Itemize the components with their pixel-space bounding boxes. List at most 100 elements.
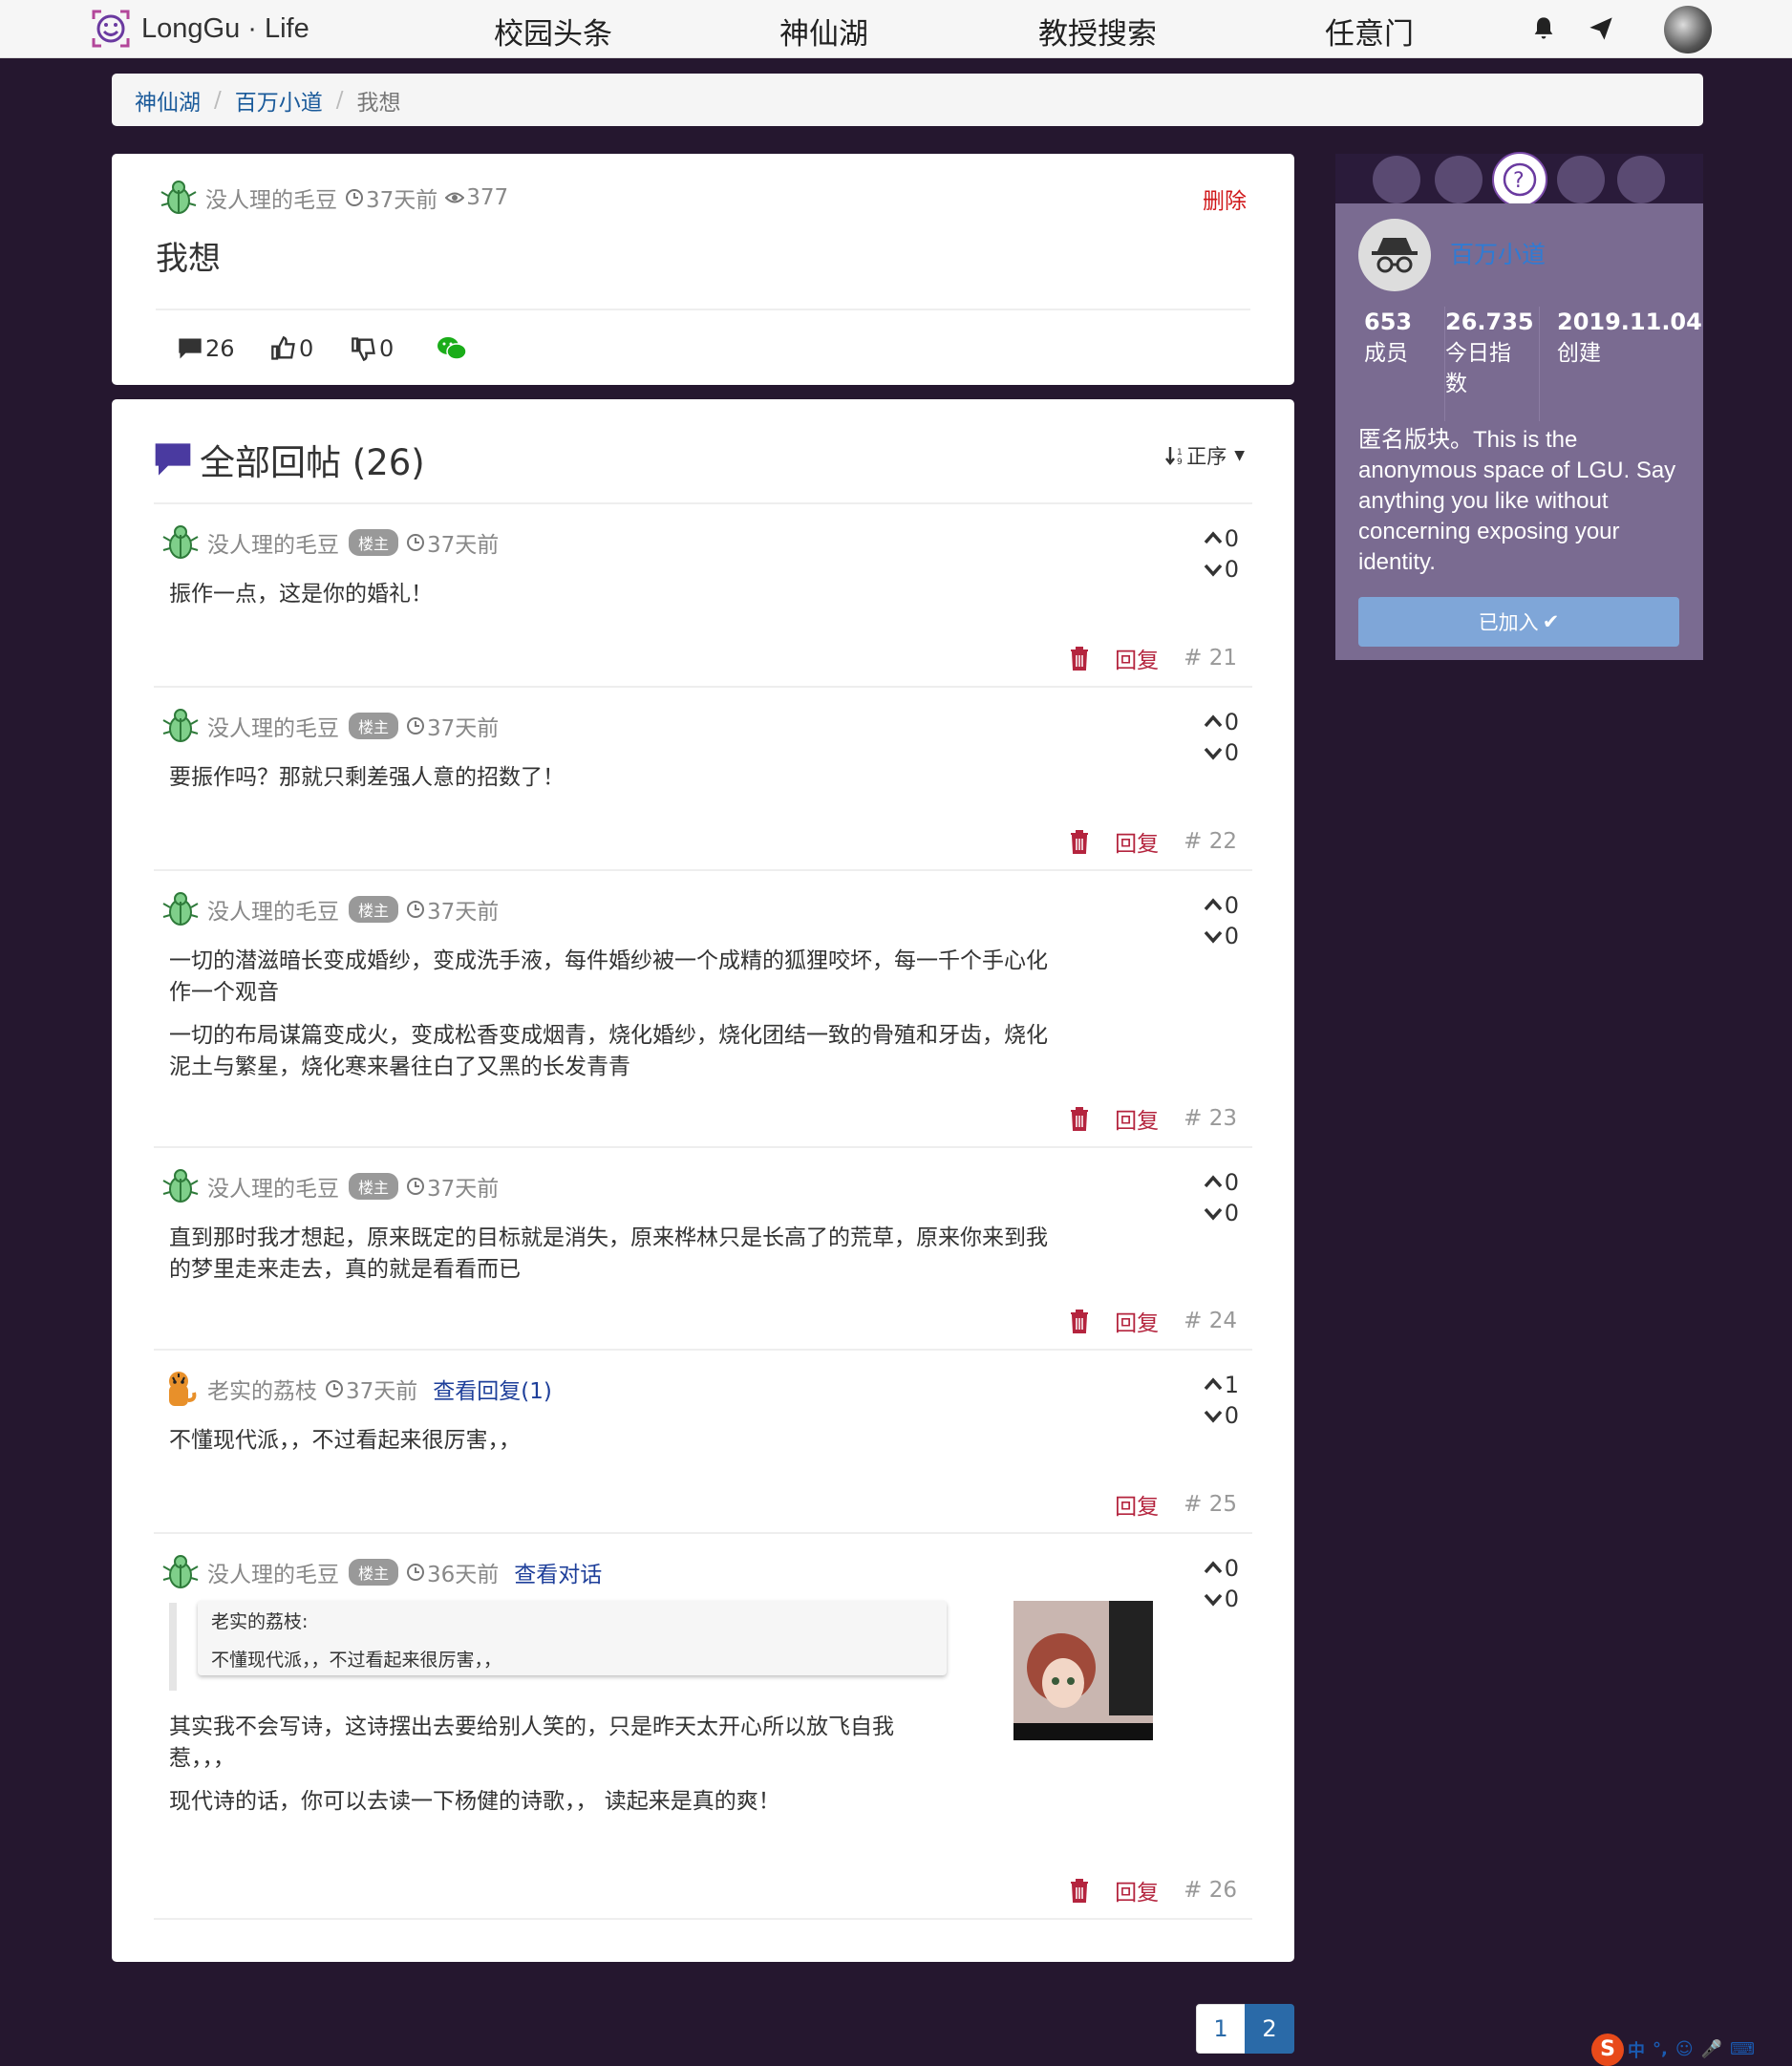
breadcrumb-shenxian-lake[interactable]: 神仙湖	[135, 84, 201, 117]
comment-icon	[179, 338, 202, 359]
send-icon[interactable]	[1588, 15, 1614, 42]
reply-paragraph: 直到那时我才想起，原来既定的目标就是消失，原来桦林只是长高了的荒草，原来你来到我…	[169, 1225, 1048, 1282]
ime-language[interactable]: 中	[1628, 2037, 1645, 2062]
wechat-share-icon[interactable]	[437, 335, 467, 362]
svg-text:?: ?	[1513, 169, 1525, 193]
reply-author[interactable]: 没人理的毛豆	[207, 1556, 339, 1588]
upvote-button[interactable]: 0	[1204, 1553, 1239, 1584]
downvote-button[interactable]: 0	[1204, 1400, 1239, 1431]
like-button[interactable]: 0	[270, 335, 313, 362]
page-2-button[interactable]: 2	[1245, 2004, 1294, 2054]
trash-icon[interactable]	[1069, 829, 1090, 854]
user-avatar[interactable]	[1664, 6, 1712, 53]
reply-author[interactable]: 没人理的毛豆	[207, 526, 339, 559]
vote-box: 0 0	[1204, 1167, 1239, 1228]
delete-post-button[interactable]: 删除	[1203, 182, 1247, 215]
brand[interactable]: LongGu · Life	[90, 8, 309, 50]
downvote-button[interactable]: 0	[1204, 737, 1239, 768]
emoji-icon[interactable]: ☺	[1675, 2039, 1694, 2059]
keyboard-icon[interactable]: ⌨	[1730, 2039, 1755, 2059]
question-mark-icon[interactable]: ?	[1492, 152, 1547, 207]
reply-item: 没人理的毛豆 楼主 36天前 查看对话 老实的荔枝: 不懂现代派，，不过看起来很…	[154, 1532, 1252, 1920]
breadcrumb-current: 我想	[356, 90, 401, 116]
reply-meta: 没人理的毛豆 楼主 37天前	[161, 890, 499, 928]
reply-author[interactable]: 没人理的毛豆	[207, 710, 339, 742]
upvote-button[interactable]: 0	[1204, 1167, 1239, 1198]
upvote-button[interactable]: 1	[1204, 1370, 1239, 1400]
breadcrumb-board[interactable]: 百万小道	[235, 84, 323, 117]
beetle-avatar-icon[interactable]	[161, 1553, 200, 1591]
reply-time: 37天前	[427, 1177, 500, 1202]
chevron-down-icon	[1204, 930, 1223, 944]
index-label: 今日指数	[1445, 341, 1511, 396]
board-name[interactable]: 百万小道	[1450, 236, 1546, 270]
reply-button[interactable]: 回复	[1115, 1102, 1159, 1135]
microphone-icon[interactable]: 🎤	[1701, 2039, 1722, 2059]
nav-campus-headlines[interactable]: 校园头条	[494, 10, 612, 53]
downvote-count: 0	[1224, 1200, 1239, 1226]
reply-author[interactable]: 没人理的毛豆	[207, 893, 339, 926]
punctuation-icon[interactable]: °,	[1653, 2039, 1668, 2059]
quote-bar	[169, 1603, 177, 1691]
reply-author[interactable]: 没人理的毛豆	[207, 1170, 339, 1203]
reply-time: 37天前	[346, 1379, 418, 1404]
reply-item: 老实的荔枝 37天前 查看回复(1) 不懂现代派，，不过看起来很厉害，， 1 0…	[154, 1349, 1252, 1532]
nav-anywhere-door[interactable]: 任意门	[1325, 10, 1414, 53]
bell-icon[interactable]	[1530, 15, 1557, 42]
reply-author[interactable]: 老实的荔枝	[207, 1373, 317, 1405]
beetle-avatar-icon[interactable]	[161, 707, 200, 745]
post-author[interactable]: 没人理的毛豆	[205, 181, 337, 214]
trash-icon[interactable]	[1069, 1106, 1090, 1131]
board-switch-icon[interactable]	[1557, 156, 1605, 203]
joined-button[interactable]: 已加入 ✔	[1358, 597, 1679, 647]
ime-toolbar: S 中 °, ☺ 🎤 ⌨	[1591, 2033, 1792, 2066]
nav-shenxian-lake[interactable]: 神仙湖	[779, 10, 868, 53]
tiger-avatar-icon[interactable]	[161, 1370, 200, 1408]
reply-item: 没人理的毛豆 楼主 37天前 要振作吗？那就只剩差强人意的招数了！ 0 0 回复…	[154, 686, 1252, 869]
upvote-button[interactable]: 0	[1204, 707, 1239, 737]
trash-icon[interactable]	[1069, 1878, 1090, 1903]
page-1-button[interactable]: 1	[1196, 2004, 1246, 2054]
sogou-logo-icon[interactable]: S	[1591, 2033, 1624, 2066]
board-switch-icon[interactable]	[1373, 156, 1420, 203]
eye-icon	[445, 192, 465, 203]
upvote-count: 0	[1224, 1555, 1239, 1582]
reply-actions: 回复 # 23	[1069, 1102, 1237, 1135]
beetle-avatar-icon[interactable]	[161, 890, 200, 928]
reply-item: 没人理的毛豆 楼主 37天前 振作一点，这是你的婚礼！ 0 0 回复 # 21	[154, 502, 1252, 686]
downvote-button[interactable]: 0	[1204, 554, 1239, 585]
board-switch-icon[interactable]	[1617, 156, 1665, 203]
sort-dropdown[interactable]: 19 正序 ▼	[1165, 441, 1245, 470]
chevron-down-icon	[1204, 1593, 1223, 1607]
op-badge: 楼主	[349, 1559, 399, 1586]
board-switch-icon[interactable]	[1435, 156, 1483, 203]
beetle-avatar-icon[interactable]	[160, 179, 198, 217]
dislike-button[interactable]: 0	[351, 335, 394, 362]
reply-button[interactable]: 回复	[1115, 1305, 1159, 1337]
vote-box: 0 0	[1204, 523, 1239, 585]
svg-text:9: 9	[1177, 458, 1183, 466]
nav-professor-search[interactable]: 教授搜索	[1038, 10, 1157, 53]
post-card: 没人理的毛豆 37天前 377 删除 我想 26 0 0	[112, 154, 1294, 385]
comment-count[interactable]: 26	[177, 335, 235, 362]
upvote-count: 0	[1224, 709, 1239, 735]
upvote-button[interactable]: 0	[1204, 890, 1239, 921]
brand-logo-icon	[92, 10, 130, 48]
reply-button[interactable]: 回复	[1115, 642, 1159, 674]
beetle-avatar-icon[interactable]	[161, 523, 200, 562]
beetle-avatar-icon[interactable]	[161, 1167, 200, 1205]
upvote-button[interactable]: 0	[1204, 523, 1239, 554]
downvote-button[interactable]: 0	[1204, 1584, 1239, 1614]
view-replies-link[interactable]: 查看回复(1)	[433, 1373, 552, 1405]
chevron-down-icon	[1204, 1410, 1223, 1423]
reply-button[interactable]: 回复	[1115, 1488, 1159, 1521]
reply-button[interactable]: 回复	[1115, 825, 1159, 858]
downvote-button[interactable]: 0	[1204, 1198, 1239, 1228]
view-conversation-link[interactable]: 查看对话	[514, 1556, 602, 1588]
reply-image[interactable]	[1013, 1601, 1153, 1740]
chevron-up-icon	[1204, 714, 1223, 728]
downvote-button[interactable]: 0	[1204, 921, 1239, 951]
reply-button[interactable]: 回复	[1115, 1874, 1159, 1906]
trash-icon[interactable]	[1069, 646, 1090, 671]
trash-icon[interactable]	[1069, 1309, 1090, 1333]
